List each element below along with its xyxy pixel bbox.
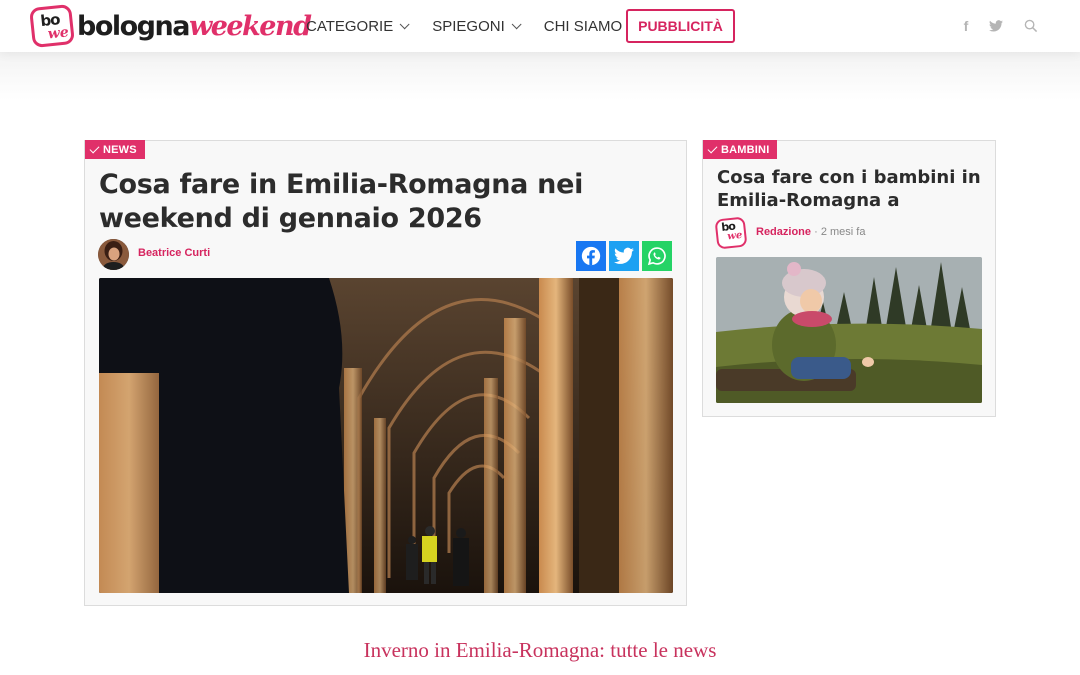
nav-item-spiegoni[interactable]: SPIEGONI — [432, 17, 522, 35]
logo-badge: bo we — [29, 3, 75, 49]
child-photo — [716, 257, 982, 403]
author-name[interactable]: Redazione — [756, 226, 811, 238]
chevron-down-icon — [511, 18, 522, 29]
winter-news-link[interactable]: Inverno in Emilia-Romagna: tutte le news — [0, 638, 1080, 663]
facebook-icon[interactable]: f — [956, 16, 976, 36]
facebook-icon — [581, 246, 601, 266]
side-article-image[interactable] — [716, 257, 982, 403]
main-article-card[interactable]: NEWS Cosa fare in Emilia-Romagna nei wee… — [84, 140, 687, 606]
site-logo[interactable]: bo we bolognaweekend — [29, 3, 312, 49]
nav-item-label: CATEGORIE — [306, 17, 394, 35]
author-name[interactable]: Beatrice Curti — [138, 247, 210, 259]
share-facebook-button[interactable] — [576, 241, 606, 271]
category-tag-news[interactable]: NEWS — [85, 140, 145, 159]
logo-badge-bottom: we — [47, 24, 70, 43]
logo-wordmark: bolognaweekend — [77, 10, 312, 42]
chevron-down-icon — [399, 18, 410, 29]
nav-item-categorie[interactable]: CATEGORIE — [306, 17, 410, 35]
share-whatsapp-button[interactable] — [642, 241, 672, 271]
check-icon — [707, 143, 718, 153]
whatsapp-icon — [647, 247, 666, 266]
search-icon[interactable] — [1021, 16, 1041, 36]
share-twitter-button[interactable] — [609, 241, 639, 271]
main-article-title[interactable]: Cosa fare in Emilia-Romagna nei weekend … — [99, 168, 659, 236]
category-tag-bambini[interactable]: BAMBINI — [703, 140, 778, 159]
article-meta: Redazione · 2 mesi fa — [756, 226, 865, 238]
author-avatar[interactable]: bo we — [714, 216, 748, 250]
nav-item-label: SPIEGONI — [432, 17, 505, 35]
meta-separator: · — [814, 226, 821, 238]
site-header: bo we bolognaweekend CATEGORIE SPIEGONI … — [0, 0, 1080, 52]
check-icon — [89, 143, 100, 153]
author-avatar[interactable] — [98, 239, 129, 270]
tag-label: NEWS — [103, 143, 137, 156]
page-band — [0, 52, 1080, 100]
main-nav: CATEGORIE SPIEGONI CHI SIAMO — [306, 0, 648, 52]
tag-label: BAMBINI — [721, 143, 770, 156]
publish-time: 2 mesi fa — [820, 226, 866, 238]
twitter-icon — [614, 247, 634, 264]
avatar-bottom: we — [726, 229, 743, 243]
main-article-image[interactable] — [99, 278, 673, 593]
nav-item-label: CHI SIAMO — [543, 17, 623, 35]
pubblicita-button[interactable]: PUBBLICITÀ — [626, 9, 735, 43]
portico-photo — [99, 278, 673, 593]
side-article-card[interactable]: BAMBINI Cosa fare con i bambini in Emili… — [702, 140, 996, 417]
side-article-title[interactable]: Cosa fare con i bambini in Emilia-Romagn… — [717, 166, 987, 212]
logo-text-bologna: bologna — [77, 10, 190, 42]
logo-text-weekend: weekend — [188, 10, 312, 42]
twitter-icon[interactable] — [986, 16, 1006, 36]
nav-item-chi-siamo[interactable]: CHI SIAMO — [544, 18, 622, 35]
